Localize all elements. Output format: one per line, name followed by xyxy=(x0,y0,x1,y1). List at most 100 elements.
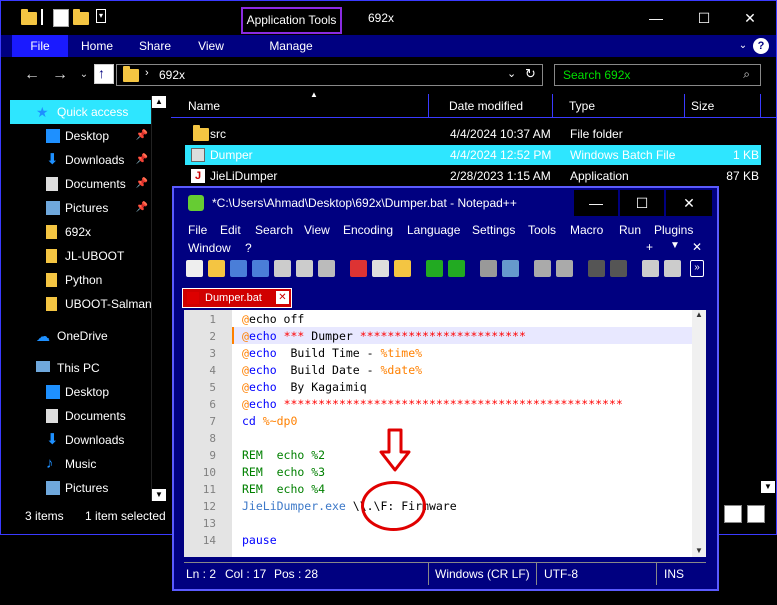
properties-icon[interactable] xyxy=(53,9,69,27)
editor-scroll-up-icon[interactable]: ▲ xyxy=(695,310,703,319)
recent-dropdown-icon[interactable]: ⌄ xyxy=(73,65,95,87)
show-all-chars-icon[interactable] xyxy=(664,260,681,277)
menu-settings[interactable]: Settings xyxy=(472,223,515,237)
menu-tools[interactable]: Tools xyxy=(528,223,556,237)
menu-view[interactable]: View xyxy=(304,223,330,237)
nav-item-documents[interactable]: Documents 📌 xyxy=(10,172,151,196)
search-icon[interactable]: ⌕ xyxy=(743,67,750,82)
close-file-icon[interactable] xyxy=(274,260,291,277)
open-file-icon[interactable] xyxy=(208,260,225,277)
nav-item-python[interactable]: Python xyxy=(10,268,151,292)
menu-plugins[interactable]: Plugins xyxy=(654,223,693,237)
word-wrap-icon[interactable] xyxy=(642,260,659,277)
status-encoding[interactable]: UTF-8 xyxy=(544,567,578,581)
address-bar[interactable]: › 692x ⌄ ↻ xyxy=(116,64,543,86)
nav-item-desktop[interactable]: Desktop 📌 xyxy=(10,124,151,148)
new-folder-icon[interactable] xyxy=(73,9,89,27)
undo-icon[interactable] xyxy=(426,260,443,277)
file-row-dumper[interactable]: Dumper 4/4/2024 12:52 PM Windows Batch F… xyxy=(185,145,761,165)
scroll-down-icon[interactable]: ▼ xyxy=(152,489,166,501)
status-insert-mode[interactable]: INS xyxy=(664,567,684,581)
paste-icon[interactable] xyxy=(394,260,411,277)
back-arrow-icon[interactable]: ← xyxy=(21,65,43,87)
column-size[interactable]: Size xyxy=(689,94,761,118)
nav-item-downloads[interactable]: ⬇ Downloads 📌 xyxy=(10,148,151,172)
tab-view[interactable]: View xyxy=(187,35,235,57)
tab-file[interactable]: File xyxy=(12,35,68,57)
nav-scrollbar[interactable]: ▲ ▼ xyxy=(151,96,166,501)
qat-dropdown-icon[interactable]: ▾ xyxy=(96,9,106,23)
menu-encoding[interactable]: Encoding xyxy=(343,223,393,237)
nav-item-quick-access[interactable]: ★ Quick access xyxy=(10,100,151,124)
nav-item-onedrive[interactable]: ☁ OneDrive xyxy=(10,324,151,348)
new-tab-plus-icon[interactable]: + xyxy=(646,240,653,254)
status-eol[interactable]: Windows (CR LF) xyxy=(435,567,530,581)
forward-arrow-icon[interactable]: → xyxy=(49,65,71,87)
menu-window[interactable]: Window xyxy=(188,241,231,255)
large-icons-view-icon[interactable] xyxy=(747,505,765,523)
file-row-src[interactable]: src 4/4/2024 10:37 AM File folder xyxy=(185,124,761,144)
tab-home[interactable]: Home xyxy=(73,35,121,57)
menu-help[interactable]: ? xyxy=(245,241,252,255)
menu-run[interactable]: Run xyxy=(619,223,641,237)
details-view-icon[interactable] xyxy=(724,505,742,523)
zoom-out-icon[interactable] xyxy=(556,260,573,277)
menu-file[interactable]: File xyxy=(188,223,207,237)
close-doc-icon[interactable]: ✕ xyxy=(692,240,702,254)
close-all-icon[interactable] xyxy=(296,260,313,277)
cut-icon[interactable] xyxy=(350,260,367,277)
nav-item-uboot-salman[interactable]: UBOOT-Salman xyxy=(10,292,151,316)
nav-item-jl-uboot[interactable]: JL-UBOOT xyxy=(10,244,151,268)
code-editor[interactable]: 1 2 3 4 5 6 7 8 9 10 11 12 13 14 @echo o… xyxy=(184,310,706,557)
help-icon[interactable]: ? xyxy=(753,38,769,54)
column-name[interactable]: Name xyxy=(171,94,429,118)
sync-horizontal-icon[interactable] xyxy=(610,260,627,277)
tab-share[interactable]: Share xyxy=(131,35,179,57)
tab-list-dropdown-icon[interactable]: ▼ xyxy=(670,240,680,251)
sync-vertical-icon[interactable] xyxy=(588,260,605,277)
file-row-jielidumper[interactable]: J JieLiDumper 2/28/2023 1:15 AM Applicat… xyxy=(185,166,761,186)
tab-close-icon[interactable]: ✕ xyxy=(276,291,289,304)
up-button[interactable]: ↑ xyxy=(94,64,114,84)
npp-close-button[interactable]: ✕ xyxy=(666,190,712,216)
refresh-icon[interactable]: ↻ xyxy=(525,66,536,82)
address-dropdown-icon[interactable]: ⌄ xyxy=(507,67,516,80)
menu-language[interactable]: Language xyxy=(407,223,460,237)
copy-icon[interactable] xyxy=(372,260,389,277)
column-date-modified[interactable]: Date modified xyxy=(433,94,553,118)
tab-dumper-bat[interactable]: Dumper.bat ✕ xyxy=(182,288,292,308)
menu-search[interactable]: Search xyxy=(255,223,293,237)
scroll-up-icon[interactable]: ▲ xyxy=(152,96,166,108)
list-scroll-down-icon[interactable]: ▼ xyxy=(761,481,775,493)
npp-minimize-button[interactable]: — xyxy=(574,190,618,216)
menu-edit[interactable]: Edit xyxy=(220,223,241,237)
editor-scrollbar[interactable]: ▲ ▼ xyxy=(692,310,706,557)
nav-item-pc-documents[interactable]: Documents xyxy=(10,404,151,428)
nav-item-pc-desktop[interactable]: Desktop xyxy=(10,380,151,404)
npp-maximize-button[interactable]: ☐ xyxy=(620,190,664,216)
toolbar-overflow-icon[interactable]: » xyxy=(690,260,704,277)
nav-item-pictures[interactable]: Pictures 📌 xyxy=(10,196,151,220)
redo-icon[interactable] xyxy=(448,260,465,277)
ribbon-expand-icon[interactable]: ⌄ xyxy=(735,35,751,57)
nav-item-692x[interactable]: 692x xyxy=(10,220,151,244)
replace-icon[interactable] xyxy=(502,260,519,277)
save-icon[interactable] xyxy=(230,260,247,277)
column-type[interactable]: Type xyxy=(557,94,685,118)
tab-manage[interactable]: Manage xyxy=(263,35,319,57)
nav-item-pc-downloads[interactable]: ⬇ Downloads xyxy=(10,428,151,452)
application-tools-tab[interactable]: Application Tools xyxy=(241,7,342,34)
new-file-icon[interactable] xyxy=(186,260,203,277)
find-icon[interactable] xyxy=(480,260,497,277)
close-button[interactable]: ✕ xyxy=(727,5,773,31)
nav-item-pc-pictures[interactable]: Pictures xyxy=(10,476,151,500)
minimize-button[interactable]: — xyxy=(633,5,679,31)
search-input[interactable]: Search 692x ⌕ xyxy=(554,64,761,86)
nav-item-this-pc[interactable]: This PC xyxy=(10,356,151,380)
maximize-button[interactable]: ☐ xyxy=(681,5,727,31)
zoom-in-icon[interactable] xyxy=(534,260,551,277)
nav-item-music[interactable]: ♪ Music xyxy=(10,452,151,476)
menu-macro[interactable]: Macro xyxy=(570,223,603,237)
save-all-icon[interactable] xyxy=(252,260,269,277)
print-icon[interactable] xyxy=(318,260,335,277)
